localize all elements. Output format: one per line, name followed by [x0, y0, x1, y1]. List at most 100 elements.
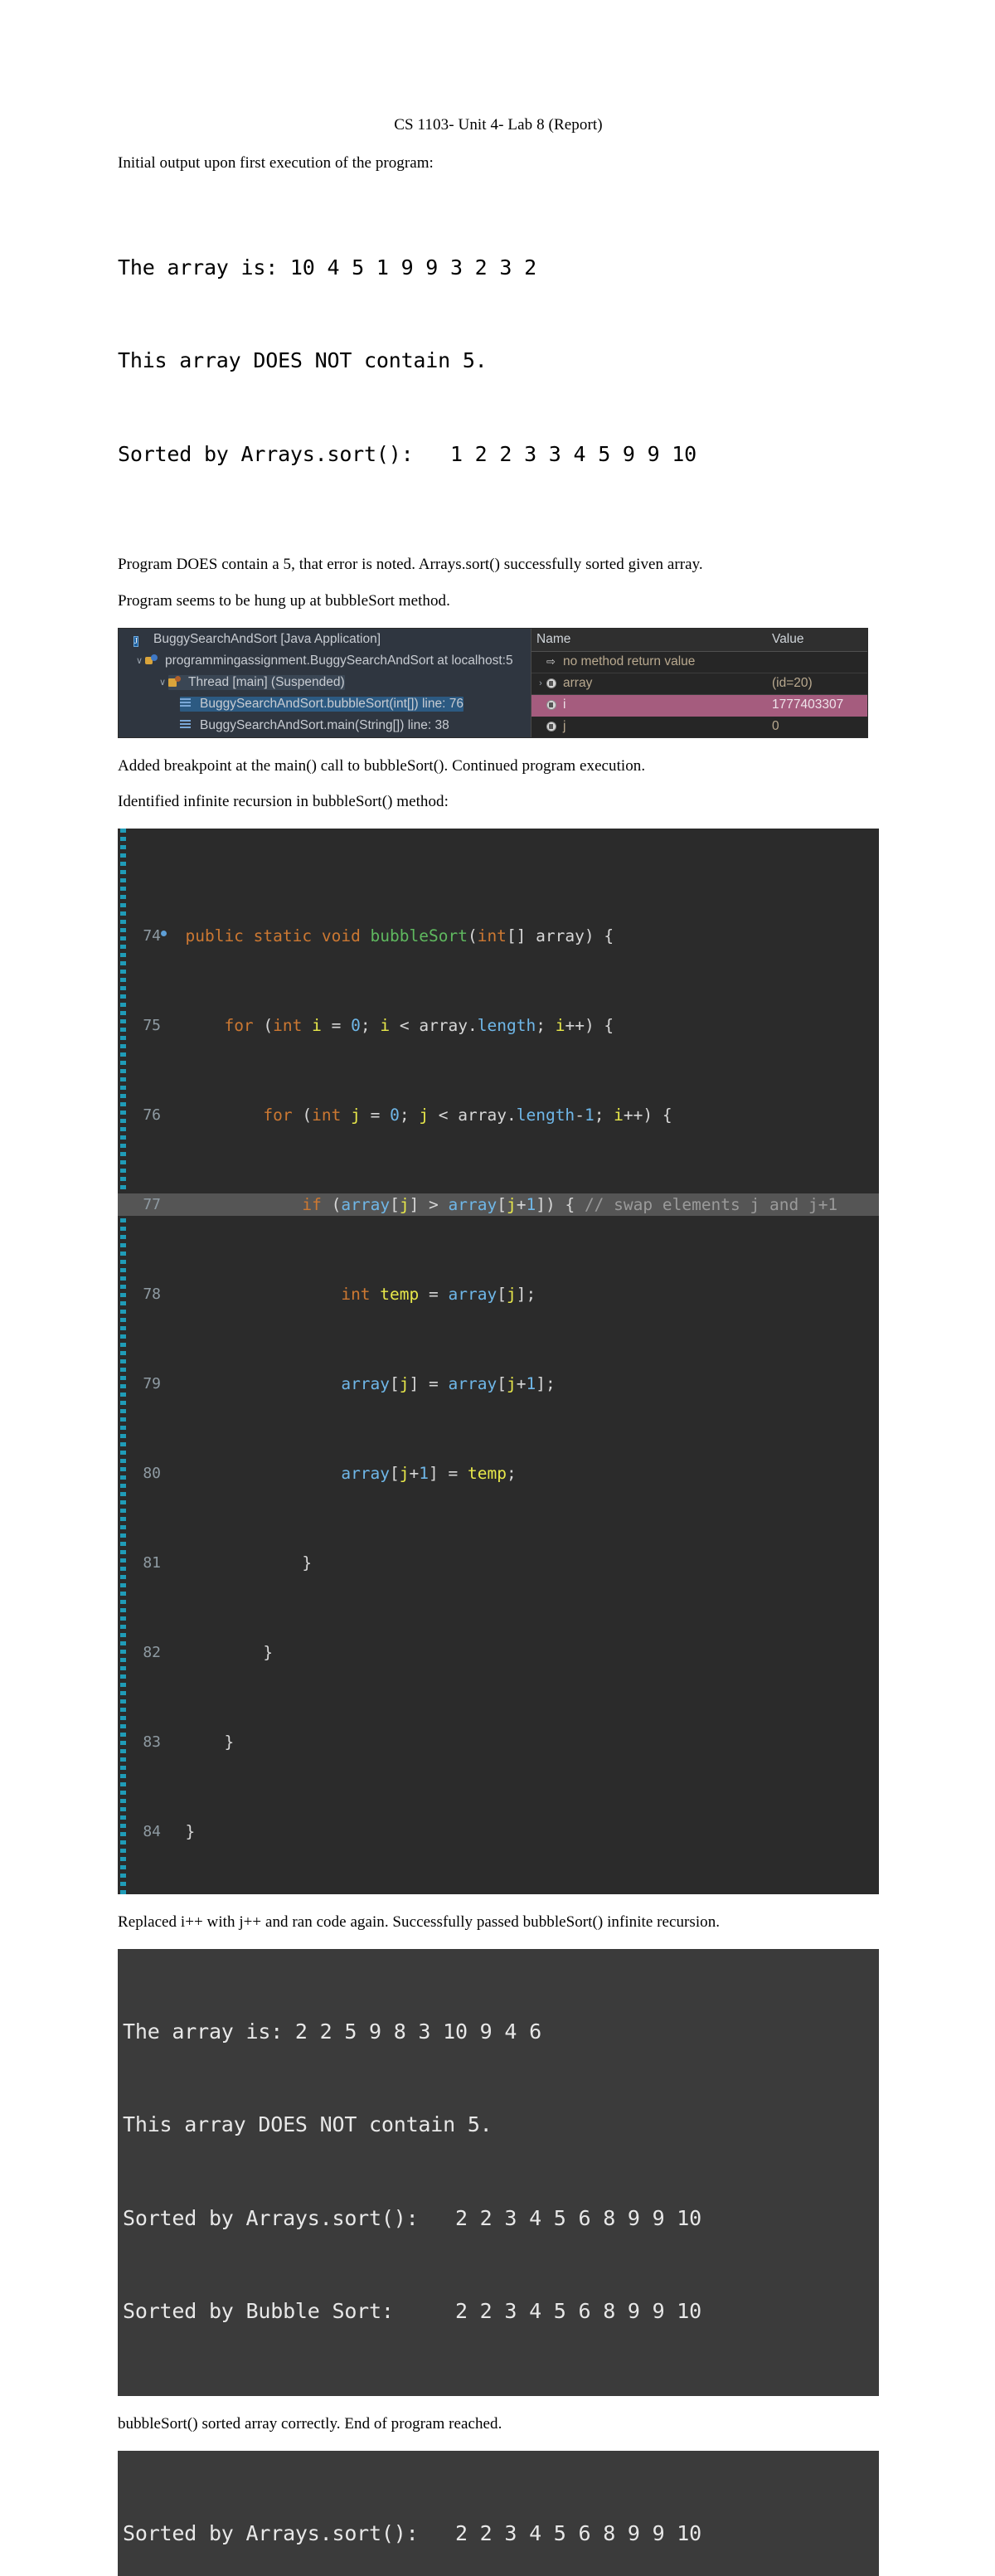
code-line-83: 83 }	[118, 1731, 879, 1753]
code-line-text: array[j+1] = temp;	[341, 1464, 517, 1484]
variable-icon	[546, 700, 563, 711]
variable-label: no method return value	[563, 654, 696, 669]
code-line-text: int temp = array[j];	[341, 1285, 536, 1305]
line-number: 84	[143, 1823, 161, 1841]
console-line: Sorted by Arrays.sort(): 2 2 3 4 5 6 8 9…	[123, 2520, 702, 2545]
thread-icon	[168, 676, 185, 689]
code-line-text: for (int j = 0; j < array.length-1; i++)…	[263, 1106, 672, 1125]
code-line-80: 80 array[j+1] = temp;	[118, 1462, 879, 1485]
code-line-text: }	[166, 1822, 196, 1842]
stack-row-label: BuggySearchAndSort.main(String[]) line: …	[200, 717, 449, 732]
variable-value-cell: (id=20)	[772, 676, 813, 691]
thread-selection: Thread [main] (Suspended)	[168, 674, 345, 690]
method-return-icon: ⇨	[546, 655, 556, 668]
code-line-text: }	[166, 1553, 313, 1573]
stack-frame-icon	[180, 697, 197, 711]
variable-name-cell: ⇨ no method return value	[531, 654, 772, 669]
code-line-78: 78 int temp = array[j];	[118, 1283, 879, 1305]
code-line-77-current: 77 if (array[j] > array[j+1]) { // swap …	[118, 1193, 879, 1217]
code-line-text: if (array[j] > array[j+1]) { // swap ele…	[302, 1195, 838, 1215]
code-line-text: array[j] = array[j+1];	[341, 1374, 556, 1394]
variable-value-cell: 1777403307	[772, 697, 844, 712]
table-row[interactable]: › array (id=20)	[531, 673, 867, 695]
debug-variables-table[interactable]: Name Value ⇨ no method return value › ar…	[531, 628, 867, 737]
line-number: 74	[118, 925, 167, 947]
stack-row-label: BuggySearchAndSort [Java Application]	[153, 631, 381, 646]
code-line-81: 81 }	[118, 1552, 879, 1574]
code-line-84: 84 }	[118, 1820, 879, 1843]
paragraph-replaced-increment: Replaced i++ with j++ and ran code again…	[118, 1913, 721, 1932]
variable-icon	[546, 678, 563, 689]
code-line-75: 75 for (int i = 0; i < array.length; i++…	[118, 1014, 879, 1037]
variable-icon	[546, 722, 563, 732]
variable-name-cell: i	[531, 697, 772, 712]
line-number: 79	[143, 1375, 161, 1393]
debug-stack-tree[interactable]: J BuggySearchAndSort [Java Application] …	[119, 628, 531, 737]
line-number: 77	[143, 1196, 161, 1214]
line-number: 81	[143, 1554, 161, 1572]
console-line: The array is: 10 4 5 1 9 9 3 2 3 2	[118, 255, 536, 279]
variable-value-cell: 0	[772, 719, 779, 734]
eclipse-debug-panel: J BuggySearchAndSort [Java Application] …	[118, 627, 868, 738]
variables-table-header: Name Value	[531, 628, 867, 652]
line-number: 75	[143, 1017, 161, 1035]
table-row[interactable]: ⇨ no method return value	[531, 652, 867, 673]
stack-row-thread-main[interactable]: ∨ Thread [main] (Suspended)	[119, 672, 531, 693]
code-line-79: 79 array[j] = array[j+1];	[118, 1373, 879, 1395]
code-line-74: 74 public static void bubbleSort(int[] a…	[118, 925, 879, 947]
line-number: 82	[143, 1644, 161, 1662]
document-content: CS 1103- Unit 4- Lab 8 (Report) Initial …	[118, 116, 879, 2576]
column-header-name: Name	[536, 632, 571, 647]
code-line-text: }	[166, 1643, 274, 1663]
java-app-icon: J	[133, 635, 138, 647]
frame-selection: BuggySearchAndSort.bubbleSort(int[]) lin…	[180, 696, 464, 712]
paragraph-sorted-correctly: bubbleSort() sorted array correctly. End…	[118, 2414, 502, 2433]
variable-name-cell: › array	[531, 676, 772, 691]
variable-name-cell: j	[531, 719, 772, 734]
stack-row-bubblesort-frame[interactable]: BuggySearchAndSort.bubbleSort(int[]) lin…	[119, 693, 531, 715]
page-title: CS 1103- Unit 4- Lab 8 (Report)	[394, 116, 603, 134]
stack-row-label: BuggySearchAndSort.bubbleSort(int[]) lin…	[200, 696, 464, 711]
line-number: 78	[143, 1286, 161, 1304]
table-row-selected[interactable]: i 1777403307	[531, 694, 867, 717]
variable-label: i	[563, 697, 566, 712]
code-editor-block[interactable]: 74 public static void bubbleSort(int[] a…	[118, 829, 879, 1895]
stack-row-label: programmingassignment.BuggySearchAndSort…	[165, 653, 513, 668]
stack-row-main-frame[interactable]: BuggySearchAndSort.main(String[]) line: …	[119, 715, 531, 736]
console-line: This array DOES NOT contain 5.	[118, 348, 488, 373]
stack-row-label: Thread [main] (Suspended)	[188, 674, 345, 689]
document-page: CS 1103- Unit 4- Lab 8 (Report) Initial …	[0, 0, 995, 2576]
column-header-value: Value	[772, 632, 804, 647]
chevron-down-icon[interactable]: ∨	[157, 677, 168, 688]
stack-frame-icon	[180, 719, 197, 732]
paragraph-arrays-sort-note: Program DOES contain a 5, that error is …	[118, 556, 703, 574]
table-row[interactable]: j 0	[531, 717, 867, 737]
console-line: Sorted by Bubble Sort: 2 2 3 4 5 6 8 9 9…	[123, 2299, 702, 2324]
paragraph-initial-output: Initial output upon first execution of t…	[118, 153, 434, 172]
process-icon	[145, 654, 162, 668]
breakpoint-icon[interactable]	[161, 931, 167, 937]
paragraph-hung-up: Program seems to be hung up at bubbleSor…	[118, 591, 450, 610]
console-output-block-3: Sorted by Arrays.sort(): 2 2 3 4 5 6 8 9…	[118, 2450, 879, 2576]
code-line-text: public static void bubbleSort(int[] arra…	[185, 926, 614, 946]
console-output-block-2: The array is: 2 2 5 9 8 3 10 9 4 6 This …	[118, 1948, 879, 2396]
console-line: Sorted by Arrays.sort(): 1 2 2 3 3 4 5 9…	[118, 441, 697, 466]
variable-label: j	[563, 719, 566, 734]
code-line-text: }	[166, 1733, 235, 1752]
stack-row-process[interactable]: ∨ programmingassignment.BuggySearchAndSo…	[119, 650, 531, 672]
paragraph-breakpoint: Added breakpoint at the main() call to b…	[118, 756, 646, 775]
line-number: 80	[143, 1465, 161, 1483]
console-line: The array is: 2 2 5 9 8 3 10 9 4 6	[123, 2019, 541, 2044]
console-line: This array DOES NOT contain 5.	[123, 2112, 493, 2137]
paragraph-infinite-recursion: Identified infinite recursion in bubbleS…	[118, 793, 449, 811]
stack-row-java-application[interactable]: J BuggySearchAndSort [Java Application]	[119, 629, 531, 650]
chevron-right-icon[interactable]: ›	[535, 678, 546, 688]
code-line-76: 76 for (int j = 0; j < array.length-1; i…	[118, 1104, 879, 1126]
line-number: 83	[143, 1733, 161, 1752]
console-output-block-1: The array is: 10 4 5 1 9 9 3 2 3 2 This …	[118, 190, 879, 532]
code-line-82: 82 }	[118, 1641, 879, 1664]
console-line: Sorted by Arrays.sort(): 2 2 3 4 5 6 8 9…	[123, 2205, 702, 2230]
variable-label: array	[563, 676, 593, 691]
line-number: 76	[143, 1106, 161, 1125]
chevron-down-icon[interactable]: ∨	[133, 655, 145, 666]
